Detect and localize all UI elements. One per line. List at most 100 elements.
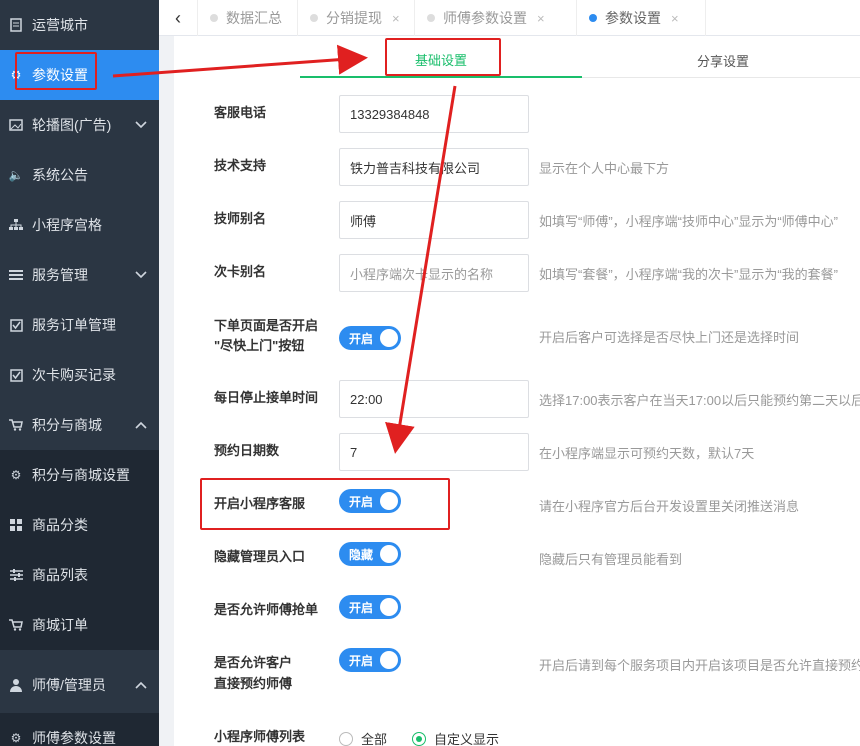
sidebar-item-label: 小程序宫格 xyxy=(32,217,102,233)
master-list-option-custom[interactable]: 自定义显示 xyxy=(412,729,499,746)
tab-data-summary[interactable]: 数据汇总 xyxy=(197,0,297,36)
sidebar-item-label: 积分与商城设置 xyxy=(32,467,130,483)
support-label: 技术支持 xyxy=(214,158,267,173)
annotation-box-sidebar xyxy=(15,52,97,90)
close-icon[interactable]: × xyxy=(537,11,545,26)
stop-time-input[interactable]: 22:00 xyxy=(339,380,529,418)
tab-label: 师傅参数设置 xyxy=(443,10,527,26)
sidebar-item-label: 积分与商城 xyxy=(32,417,102,433)
sidebar-item-card-records[interactable]: 次卡购买记录 xyxy=(0,350,159,400)
sidebar-item-masters-admins[interactable]: 师傅/管理员 xyxy=(0,660,159,710)
support-input[interactable]: 铁力普吉科技有限公司 xyxy=(339,148,529,186)
sidebar-item-mall-orders[interactable]: 商城订单 xyxy=(0,600,159,650)
check-square-icon xyxy=(8,317,24,333)
master-alias-hint: 如填写“师傅”，小程序端“技师中心”显示为“师傅中心” xyxy=(539,214,838,229)
sidebar-item-label: 轮播图(广告) xyxy=(32,117,112,133)
chevron-up-icon xyxy=(135,681,147,691)
asap-label-line2: "尽快上门"按钮 xyxy=(214,338,305,353)
support-hint: 显示在个人中心最下方 xyxy=(539,161,670,176)
radio-circle xyxy=(339,731,353,746)
sidebar-item-label: 商品列表 xyxy=(32,567,88,583)
sidebar-item-label: 师傅/管理员 xyxy=(32,677,106,693)
toggle-label: 隐藏 xyxy=(349,547,374,562)
subtab-share[interactable]: 分享设置 xyxy=(582,42,860,78)
sidebar-item-label: 服务订单管理 xyxy=(32,317,116,333)
speaker-icon: 🔈 xyxy=(8,168,24,182)
phone-input[interactable]: 13329384848 xyxy=(339,95,529,133)
days-input[interactable]: 7 xyxy=(339,433,529,471)
sidebar-item-label: 师傅参数设置 xyxy=(32,730,116,746)
toggle-label: 开启 xyxy=(349,600,374,615)
direct-book-toggle[interactable]: 开启 xyxy=(339,648,401,672)
chevron-down-icon xyxy=(135,271,147,281)
sidebar-item-label: 商品分类 xyxy=(32,517,88,533)
image-icon xyxy=(8,117,24,133)
chevron-left-icon[interactable]: ‹ xyxy=(167,0,189,36)
sliders-icon xyxy=(8,567,24,583)
tab-label: 分销提现 xyxy=(326,10,382,26)
stop-time-hint: 选择17:00表示客户在当天17:00以后只能预约第二天以后 xyxy=(539,393,860,408)
sidebar-item-label: 服务管理 xyxy=(32,267,88,283)
sidebar-item-label: 次卡购买记录 xyxy=(32,367,116,383)
stop-time-label: 每日停止接单时间 xyxy=(214,390,319,405)
close-icon[interactable]: × xyxy=(671,11,679,26)
annotation-box-subtab xyxy=(385,38,501,76)
card-alias-input[interactable]: 小程序端次卡显示的名称 xyxy=(339,254,529,292)
grab-toggle[interactable]: 开启 xyxy=(339,595,401,619)
sidebar: 运营城市 ⚙ 参数设置 轮播图(广告) 🔈 系统公告 小程序宫格 服务管理 服务… xyxy=(0,0,159,746)
asap-label-line1: 下单页面是否开启 xyxy=(214,318,319,333)
sidebar-item-notice[interactable]: 🔈 系统公告 xyxy=(0,150,159,200)
sidebar-item-master-params[interactable]: ⚙ 师傅参数设置 xyxy=(0,713,159,746)
master-list-option-all[interactable]: 全部 xyxy=(339,729,387,746)
document-icon xyxy=(8,17,24,33)
tab-dot xyxy=(310,14,318,22)
days-hint: 在小程序端显示可预约天数，默认7天 xyxy=(539,446,755,461)
tab-label: 参数设置 xyxy=(605,10,661,26)
toggle-knob xyxy=(380,329,398,347)
master-alias-input[interactable]: 师傅 xyxy=(339,201,529,239)
tab-master-params[interactable]: 师傅参数设置 × xyxy=(414,0,576,36)
sitemap-icon xyxy=(8,217,24,233)
radio-label: 自定义显示 xyxy=(434,732,500,746)
sidebar-item-service-orders[interactable]: 服务订单管理 xyxy=(0,300,159,350)
tab-dot xyxy=(210,14,218,22)
settings-panel: 基础设置 分享设置 客服电话 13329384848 技术支持 铁力普吉科技有限… xyxy=(174,36,860,746)
tab-params-settings[interactable]: 参数设置 × xyxy=(576,0,706,36)
asap-toggle[interactable]: 开启 xyxy=(339,326,401,350)
master-alias-label: 技师别名 xyxy=(214,211,267,226)
annotation-box-customer-service xyxy=(200,478,450,530)
sidebar-item-points-mall-settings[interactable]: ⚙ 积分与商城设置 xyxy=(0,450,159,500)
card-alias-hint: 如填写“套餐”，小程序端“我的次卡”显示为“我的套餐” xyxy=(539,267,838,282)
sidebar-item-points-mall[interactable]: 积分与商城 xyxy=(0,400,159,450)
chevron-down-icon xyxy=(135,121,147,131)
days-label: 预约日期数 xyxy=(214,443,280,458)
sidebar-item-service-mgmt[interactable]: 服务管理 xyxy=(0,250,159,300)
tab-dot xyxy=(427,14,435,22)
hide-admin-label: 隐藏管理员入口 xyxy=(214,549,306,564)
close-icon[interactable]: × xyxy=(392,11,400,26)
toggle-knob xyxy=(380,651,398,669)
settings-subtabs: 基础设置 分享设置 xyxy=(300,42,860,78)
cart-icon xyxy=(8,617,24,633)
sidebar-item-product-list[interactable]: 商品列表 xyxy=(0,550,159,600)
sidebar-item-label: 系统公告 xyxy=(32,167,88,183)
radio-label: 全部 xyxy=(361,732,388,746)
sidebar-item-banner[interactable]: 轮播图(广告) xyxy=(0,100,159,150)
sidebar-item-grid[interactable]: 小程序宫格 xyxy=(0,200,159,250)
phone-label: 客服电话 xyxy=(214,105,267,120)
gear-icon: ⚙ xyxy=(10,731,22,745)
hide-admin-toggle[interactable]: 隐藏 xyxy=(339,542,401,566)
sidebar-item-label: 运营城市 xyxy=(32,17,88,33)
gear-icon: ⚙ xyxy=(10,468,22,482)
toggle-label: 开启 xyxy=(349,331,374,346)
tab-distribution-withdraw[interactable]: 分销提现 × xyxy=(297,0,414,36)
asap-hint: 开启后客户可选择是否尽快上门还是选择时间 xyxy=(539,330,800,345)
grab-label: 是否允许师傅抢单 xyxy=(214,602,319,617)
sidebar-item-label: 商城订单 xyxy=(32,617,88,633)
direct-book-hint: 开启后请到每个服务项目内开启该项目是否允许直接预约 xyxy=(539,658,860,673)
toggle-knob xyxy=(380,545,398,563)
sidebar-item-operating-city[interactable]: 运营城市 xyxy=(0,0,159,50)
sidebar-item-product-category[interactable]: 商品分类 xyxy=(0,500,159,550)
card-alias-label: 次卡别名 xyxy=(214,264,267,279)
hide-admin-hint: 隐藏后只有管理员能看到 xyxy=(539,552,683,567)
